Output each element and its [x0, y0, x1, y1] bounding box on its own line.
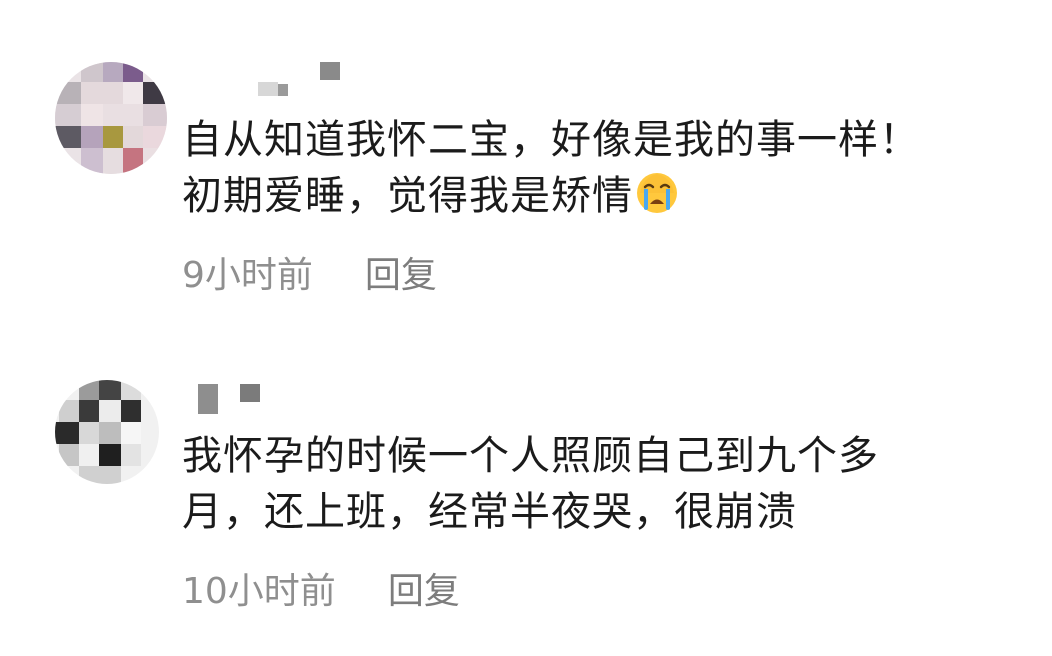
- reply-button[interactable]: 回复: [388, 562, 460, 614]
- comment-text-line: 自从知道我怀二宝，好像是我的事一样！: [182, 117, 920, 163]
- comment-item: 我怀孕的时候一个人照顾自己到九个多 月，还上班，经常半夜哭，很崩溃 10小时前 …: [0, 360, 1052, 656]
- avatar[interactable]: [55, 62, 167, 174]
- avatar[interactable]: [55, 380, 159, 484]
- comment-text-line-content: 初期爱睡，觉得我是矫情: [182, 173, 633, 219]
- comment-item: 自从知道我怀二宝，好像是我的事一样！ 初期爱睡，觉得我是矫情 9小时前 回复: [0, 0, 1052, 320]
- comment-text-line: 初期爱睡，觉得我是矫情: [182, 168, 920, 224]
- comment-text-line: 月，还上班，经常半夜哭，很崩溃: [182, 489, 797, 535]
- comment-meta: 9小时前 回复: [182, 248, 437, 296]
- comment-time: 9小时前: [182, 255, 313, 296]
- username-mosaic[interactable]: [198, 380, 262, 414]
- comment-text: 我怀孕的时候一个人照顾自己到九个多 月，还上班，经常半夜哭，很崩溃: [182, 428, 879, 540]
- comment-time: 10小时前: [182, 571, 336, 612]
- comment-text: 自从知道我怀二宝，好像是我的事一样！ 初期爱睡，觉得我是矫情: [182, 112, 920, 224]
- comment-meta: 10小时前 回复: [182, 564, 460, 612]
- crying-face-icon: [635, 171, 679, 215]
- username-mosaic[interactable]: [258, 62, 342, 96]
- comment-text-line: 我怀孕的时候一个人照顾自己到九个多: [182, 433, 879, 479]
- reply-button[interactable]: 回复: [365, 246, 437, 298]
